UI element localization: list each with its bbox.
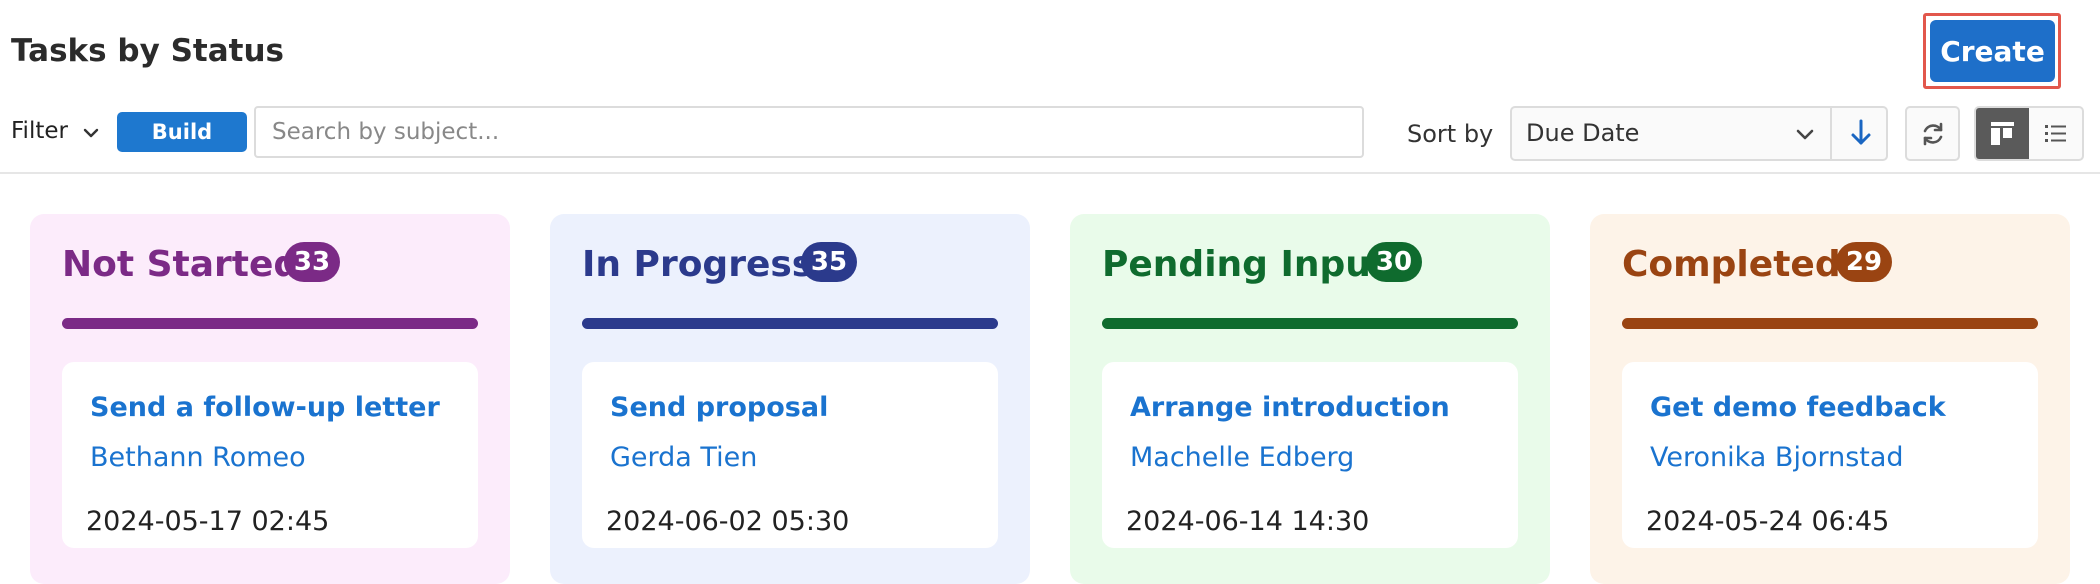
- chevron-down-icon[interactable]: [1792, 121, 1818, 147]
- sort-select-value: Due Date: [1526, 119, 1640, 147]
- column-not-started: Not Started 33 Send a follow-up letter B…: [30, 214, 510, 584]
- task-subject-link[interactable]: Arrange introduction: [1130, 392, 1450, 423]
- column-pending-input: Pending Input 30 Arrange introduction Ma…: [1070, 214, 1550, 584]
- board-view-button[interactable]: [1976, 108, 2029, 159]
- list-view-icon: [2045, 125, 2066, 142]
- task-due-date: 2024-05-24 06:45: [1646, 506, 1890, 537]
- column-color-bar: [582, 318, 998, 329]
- view-toggle: [1974, 106, 2084, 161]
- build-filter-button[interactable]: Build Filter: [117, 112, 247, 184]
- task-card[interactable]: Arrange introduction Machelle Edberg 202…: [1102, 362, 1518, 548]
- task-card[interactable]: Get demo feedback Veronika Bjornstad 202…: [1622, 362, 2038, 548]
- sort-by-label: Sort by: [1407, 120, 1494, 148]
- task-contact-link[interactable]: Machelle Edberg: [1130, 442, 1354, 473]
- search-input[interactable]: Search by subject...: [254, 106, 1364, 158]
- task-subject-link[interactable]: Send a follow-up letter: [90, 392, 440, 423]
- column-color-bar: [1622, 318, 2038, 329]
- task-due-date: 2024-06-14 14:30: [1126, 506, 1370, 537]
- sort-select[interactable]: Due Date: [1510, 106, 1888, 161]
- column-completed: Completed 29 Get demo feedback Veronika …: [1590, 214, 2070, 584]
- column-count-badge: 35: [801, 242, 857, 282]
- column-title: Completed: [1622, 244, 1841, 285]
- list-view-button[interactable]: [2029, 108, 2082, 159]
- column-title: Not Started: [62, 244, 300, 285]
- page-title: Tasks by Status: [11, 33, 284, 69]
- refresh-button[interactable]: [1905, 106, 1960, 161]
- refresh-icon: [1923, 122, 1943, 146]
- sort-divider: [1830, 108, 1832, 159]
- column-in-progress: In Progress 35 Send proposal Gerda Tien …: [550, 214, 1030, 584]
- task-subject-link[interactable]: Send proposal: [610, 392, 828, 423]
- arrow-down-icon[interactable]: [1848, 118, 1874, 148]
- task-card[interactable]: Send a follow-up letter Bethann Romeo 20…: [62, 362, 478, 548]
- task-contact-link[interactable]: Veronika Bjornstad: [1650, 442, 1904, 473]
- task-subject-link[interactable]: Get demo feedback: [1650, 392, 1946, 423]
- task-contact-link[interactable]: Gerda Tien: [610, 442, 757, 473]
- task-due-date: 2024-06-02 05:30: [606, 506, 850, 537]
- task-contact-link[interactable]: Bethann Romeo: [90, 442, 306, 473]
- column-title: Pending Input: [1102, 244, 1389, 285]
- task-due-date: 2024-05-17 02:45: [86, 506, 330, 537]
- column-count-badge: 29: [1836, 242, 1892, 282]
- chevron-down-icon[interactable]: [80, 122, 102, 144]
- column-color-bar: [1102, 318, 1518, 329]
- create-button[interactable]: Create: [1930, 20, 2055, 82]
- column-count-badge: 30: [1366, 242, 1422, 282]
- task-card[interactable]: Send proposal Gerda Tien 2024-06-02 05:3…: [582, 362, 998, 548]
- column-title: In Progress: [582, 244, 814, 285]
- filter-label: Filter: [11, 118, 68, 144]
- column-color-bar: [62, 318, 478, 329]
- column-count-badge: 33: [284, 242, 340, 282]
- toolbar-divider: [0, 172, 2100, 174]
- board-view-icon: [1991, 122, 2014, 145]
